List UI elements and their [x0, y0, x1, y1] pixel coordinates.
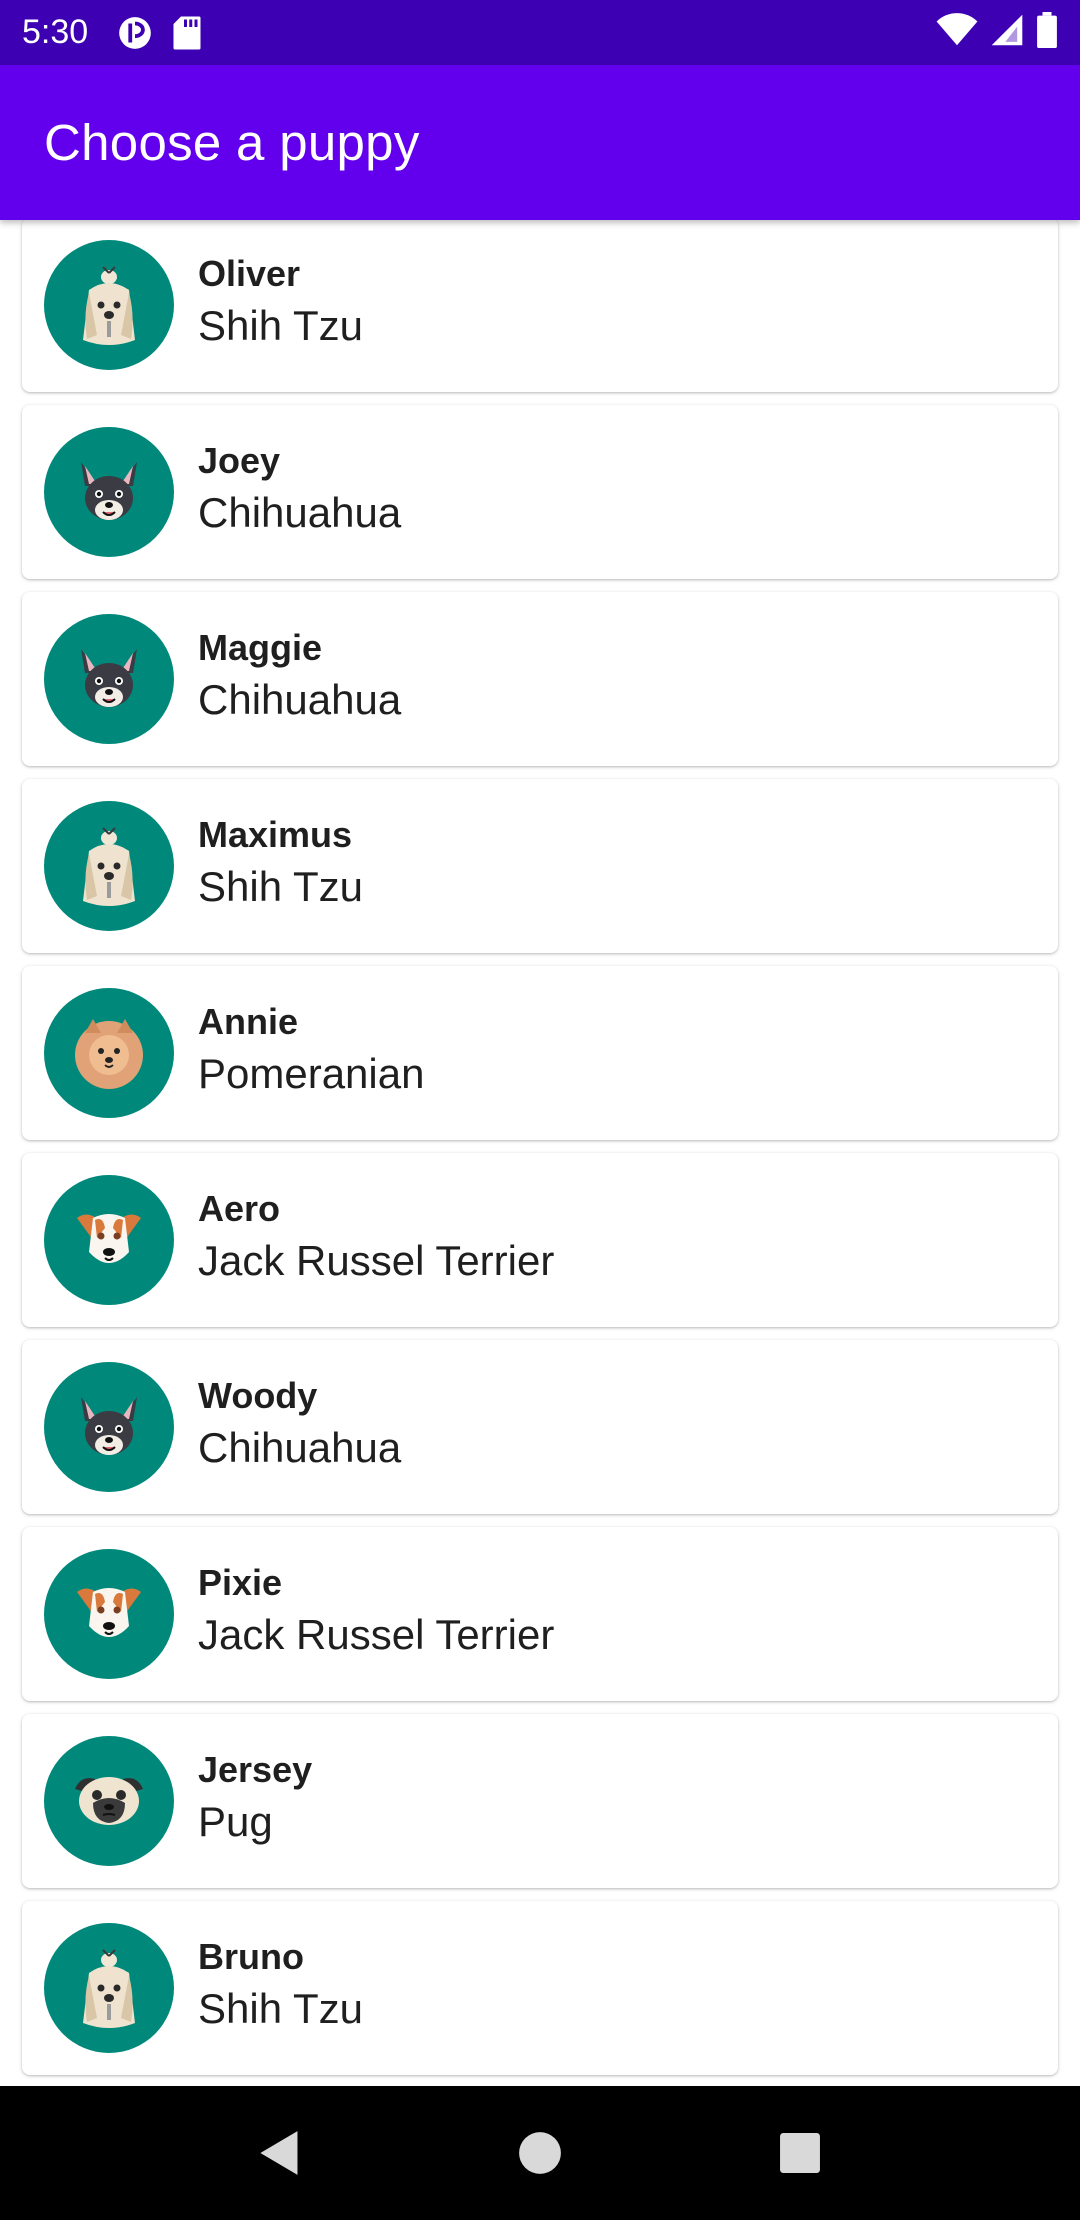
puppy-card-text: Woody Chihuahua — [198, 1374, 401, 1474]
status-bar: 5:30 — [0, 0, 1080, 65]
pomeranian-avatar-icon — [44, 988, 174, 1118]
puppy-card-text: Maggie Chihuahua — [198, 626, 401, 726]
pug-avatar-icon — [44, 1736, 174, 1866]
status-time: 5:30 — [22, 13, 89, 51]
battery-icon — [1036, 12, 1058, 53]
wifi-icon — [936, 13, 978, 52]
puppy-card-text: Aero Jack Russel Terrier — [198, 1187, 554, 1287]
chihuahua-avatar-icon — [44, 1362, 174, 1492]
puppy-card-text: Pixie Jack Russel Terrier — [198, 1561, 554, 1661]
puppy-name: Pixie — [198, 1562, 283, 1603]
puppy-card[interactable]: Bruno Shih Tzu — [22, 1901, 1058, 2075]
shih-tzu-avatar-icon — [44, 801, 174, 931]
shih-tzu-avatar-icon — [44, 240, 174, 370]
puppy-card[interactable]: Woody Chihuahua — [22, 1340, 1058, 1514]
shih-tzu-avatar-icon — [44, 1923, 174, 2053]
puppy-name: Jersey — [198, 1749, 313, 1790]
sync-icon — [116, 14, 154, 52]
page-title: Choose a puppy — [44, 114, 420, 171]
puppy-name: Woody — [198, 1375, 318, 1416]
puppy-breed: Chihuahua — [198, 489, 402, 536]
puppy-name: Aero — [198, 1188, 281, 1229]
jack-russel-avatar-icon — [44, 1549, 174, 1679]
puppy-breed: Shih Tzu — [198, 1985, 363, 2032]
jack-russel-avatar-icon — [44, 1175, 174, 1305]
puppy-card-text: Maximus Shih Tzu — [198, 813, 363, 913]
puppy-card[interactable]: Annie Pomeranian — [22, 966, 1058, 1140]
puppy-breed: Shih Tzu — [198, 863, 363, 910]
app-bar: Choose a puppy — [0, 65, 1080, 220]
puppy-name: Maggie — [198, 627, 323, 668]
puppy-card[interactable]: Oliver Shih Tzu — [22, 220, 1058, 392]
puppy-breed: Chihuahua — [198, 1424, 402, 1471]
puppy-name: Annie — [198, 1001, 299, 1042]
puppy-card[interactable]: Pixie Jack Russel Terrier — [22, 1527, 1058, 1701]
puppy-name: Joey — [198, 440, 281, 481]
home-icon[interactable] — [510, 2123, 570, 2183]
puppy-name: Bruno — [198, 1936, 304, 1977]
puppy-card-text: Jersey Pug — [198, 1748, 312, 1848]
puppy-breed: Pug — [198, 1798, 273, 1845]
chihuahua-avatar-icon — [44, 614, 174, 744]
puppy-card-text: Oliver Shih Tzu — [198, 252, 363, 352]
puppy-card[interactable]: Maximus Shih Tzu — [22, 779, 1058, 953]
navigation-bar — [0, 2086, 1080, 2220]
puppy-card-text: Bruno Shih Tzu — [198, 1935, 363, 2035]
puppy-name: Maximus — [198, 814, 353, 855]
puppy-card[interactable]: Jersey Pug — [22, 1714, 1058, 1888]
recents-icon[interactable] — [770, 2123, 830, 2183]
puppy-list[interactable]: Oliver Shih Tzu Joey Chihuahua Maggie Chihuah… — [0, 220, 1080, 2086]
puppy-card[interactable]: Maggie Chihuahua — [22, 592, 1058, 766]
signal-icon — [990, 13, 1024, 52]
puppy-card-text: Annie Pomeranian — [198, 1000, 424, 1100]
puppy-breed: Pomeranian — [198, 1050, 425, 1097]
puppy-breed: Chihuahua — [198, 676, 402, 723]
back-icon[interactable] — [250, 2123, 310, 2183]
puppy-card[interactable]: Aero Jack Russel Terrier — [22, 1153, 1058, 1327]
puppy-card[interactable]: Joey Chihuahua — [22, 405, 1058, 579]
chihuahua-avatar-icon — [44, 427, 174, 557]
puppy-breed: Jack Russel Terrier — [198, 1611, 555, 1658]
puppy-breed: Jack Russel Terrier — [198, 1237, 555, 1284]
puppy-card-text: Joey Chihuahua — [198, 439, 401, 539]
puppy-name: Oliver — [198, 253, 301, 294]
puppy-breed: Shih Tzu — [198, 302, 363, 349]
sd-card-icon — [172, 15, 202, 51]
